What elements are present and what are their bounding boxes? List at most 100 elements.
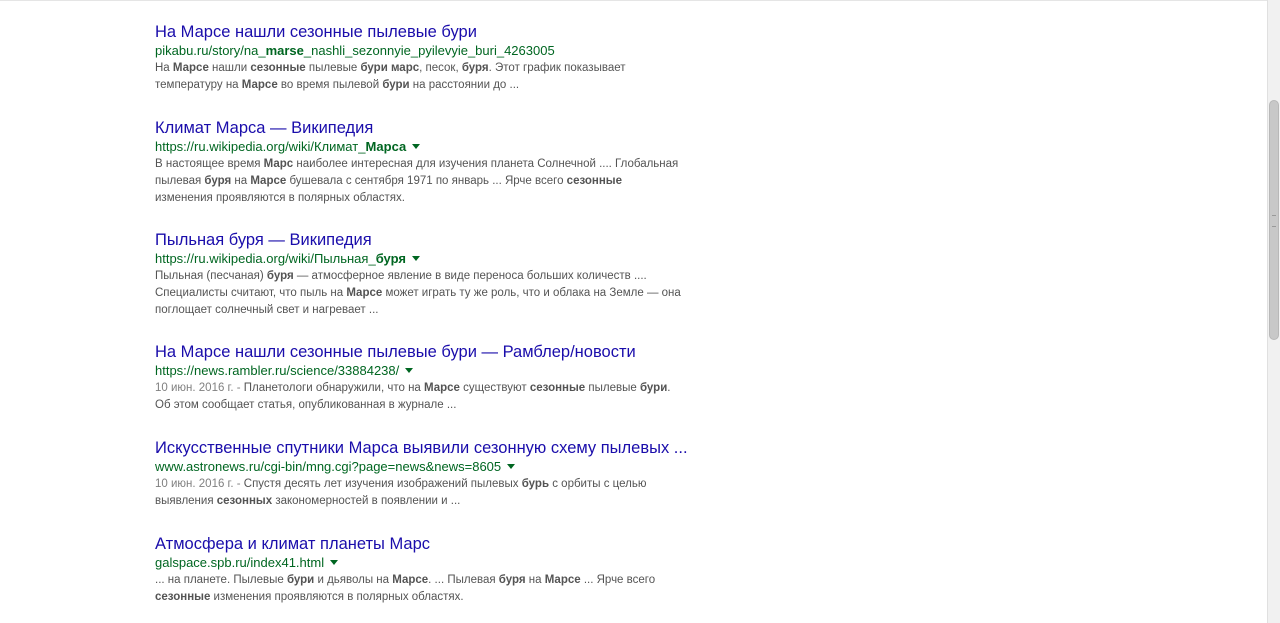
result-snippet: ... на планете. Пылевые бури и дьяволы н…	[155, 572, 715, 606]
snippet-text: . ... Пылевая	[428, 574, 499, 586]
url-fragment: www.astronews.ru/cgi-bin/mng.cgi?page=ne…	[155, 459, 502, 474]
scrollbar-thumb[interactable]	[1269, 100, 1279, 340]
result-title-link[interactable]: На Марсе нашли сезонные пылевые бури — Р…	[155, 342, 715, 362]
snippet-text: бушевала с сентября 1971 по январь ... Я…	[286, 175, 567, 187]
result-url-line: https://news.rambler.ru/science/33884238…	[155, 362, 715, 379]
snippet-line: температуру на Марсе во время пылевой бу…	[155, 77, 715, 94]
result-url-line: https://ru.wikipedia.org/wiki/Пыльная_бу…	[155, 250, 715, 267]
result-url: pikabu.ru/story/na_marse_nashli_sezonnyi…	[155, 42, 555, 59]
snippet-line: Об этом сообщает статья, опубликованная …	[155, 397, 715, 414]
snippet-text: с орбиты с целью	[549, 478, 647, 490]
url-fragment: https://ru.wikipedia.org/wiki/Климат_	[155, 139, 366, 154]
highlighted-term: сезонных	[216, 495, 273, 507]
highlighted-term: Марс	[263, 158, 294, 170]
highlighted-term: бури	[639, 382, 668, 394]
highlighted-term: буря	[204, 175, 232, 187]
snippet-text: во время пылевой	[277, 79, 383, 91]
snippet-text: пылевые	[585, 382, 640, 394]
highlighted-term: сезонные	[566, 175, 623, 187]
snippet-line: 10 июн. 2016 г. - Спустя десять лет изуч…	[155, 476, 715, 493]
url-fragment: https://news.rambler.ru/science/33884238…	[155, 363, 400, 378]
highlighted-term: Марсе	[346, 287, 383, 299]
snippet-text: нашли	[208, 62, 251, 74]
url-fragment: galspace.spb.ru/index41.html	[155, 555, 325, 570]
highlighted-term: бури марс	[360, 62, 420, 74]
result-title-link[interactable]: Климат Марса — Википедия	[155, 118, 715, 138]
result-url-line: galspace.spb.ru/index41.html	[155, 554, 715, 571]
dropdown-arrow-icon[interactable]	[507, 464, 516, 469]
snippet-text: изменения проявляются в полярных областя…	[155, 192, 405, 204]
result-url-line: https://ru.wikipedia.org/wiki/Климат_Мар…	[155, 138, 715, 155]
snippet-line: ... на планете. Пылевые бури и дьяволы н…	[155, 572, 715, 589]
snippet-text: изменения проявляются в полярных областя…	[210, 591, 464, 603]
snippet-text: — атмосферное явление в виде переноса бо…	[293, 270, 647, 282]
snippet-line: Специалисты считают, что пыль на Марсе м…	[155, 285, 715, 302]
snippet-line: пылевая буря на Марсе бушевала с сентябр…	[155, 173, 715, 190]
result-url: https://ru.wikipedia.org/wiki/Климат_Мар…	[155, 138, 406, 155]
vertical-scrollbar[interactable]	[1267, 0, 1280, 623]
snippet-line: поглощает солнечный свет и нагревает ...	[155, 302, 715, 319]
dropdown-arrow-icon[interactable]	[405, 368, 414, 373]
snippet-line: На Марсе нашли сезонные пылевые бури мар…	[155, 60, 715, 77]
highlighted-term: бури	[382, 79, 410, 91]
result-title-link[interactable]: Пыльная буря — Википедия	[155, 230, 715, 250]
highlighted-term: буря	[266, 270, 294, 282]
dropdown-arrow-icon[interactable]	[412, 144, 421, 149]
result-url-line: www.astronews.ru/cgi-bin/mng.cgi?page=ne…	[155, 458, 715, 475]
highlighted-term: Марсе	[172, 62, 209, 74]
snippet-text: выявления	[155, 495, 217, 507]
snippet-text: .	[667, 382, 671, 394]
snippet-text: поглощает солнечный свет и нагревает ...	[155, 304, 379, 316]
snippet-line: Пыльная (песчаная) буря — атмосферное яв…	[155, 268, 715, 285]
snippet-text: и дьяволы на	[314, 574, 393, 586]
result-title-link[interactable]: Атмосфера и климат планеты Марс	[155, 534, 715, 554]
snippet-text: пылевые	[305, 62, 361, 74]
dropdown-arrow-icon[interactable]	[411, 256, 420, 261]
snippet-text: на расстоянии до ...	[409, 79, 520, 91]
highlighted-term: Марсе	[424, 382, 460, 394]
highlighted-term: буря	[461, 62, 489, 74]
snippet-text: Специалисты считают, что пыль на	[155, 287, 347, 299]
search-result: Климат Марса — Википедия https://ru.wikip…	[155, 118, 715, 207]
highlighted-term: Марсе	[544, 574, 581, 586]
snippet-text: На	[155, 62, 173, 74]
snippet-text: на	[525, 574, 545, 586]
highlighted-term: буря	[498, 574, 526, 586]
result-url: https://news.rambler.ru/science/33884238…	[155, 362, 399, 379]
snippet-text: закономерностей в появлении и ...	[272, 495, 461, 507]
search-result: Атмосфера и климат планеты Марс galspace.…	[155, 534, 715, 606]
result-url-line: pikabu.ru/story/na_marse_nashli_sezonnyi…	[155, 42, 715, 59]
highlighted-term: сезонные	[529, 382, 586, 394]
url-fragment: буря	[375, 251, 406, 266]
snippet-text: на	[231, 175, 251, 187]
highlighted-term: бури	[286, 574, 315, 586]
result-title-link[interactable]: Искусственные спутники Марса выявили сез…	[155, 438, 715, 458]
result-date: 10 июн. 2016 г. -	[155, 382, 244, 394]
snippet-line: изменения проявляются в полярных областя…	[155, 190, 715, 207]
result-snippet: Пыльная (песчаная) буря — атмосферное яв…	[155, 268, 715, 319]
url-fragment: _nashli_sezonnyie_pyilevyie_buri_4263005	[303, 43, 555, 58]
snippet-line: 10 июн. 2016 г. - Планетологи обнаружили…	[155, 380, 715, 397]
result-url: www.astronews.ru/cgi-bin/mng.cgi?page=ne…	[155, 458, 501, 475]
snippet-text: ... на планете. Пылевые	[155, 574, 287, 586]
snippet-text: Об этом сообщает статья, опубликованная …	[155, 399, 457, 411]
snippet-text: температуру на	[155, 79, 242, 91]
highlighted-term: Марсе	[241, 79, 278, 91]
result-snippet: 10 июн. 2016 г. - Планетологи обнаружили…	[155, 380, 715, 414]
snippet-text: Спустя десять лет изучения изображений п…	[243, 478, 522, 490]
snippet-text: существуют	[459, 382, 530, 394]
snippet-line: В настоящее время Марс наиболее интересн…	[155, 156, 715, 173]
url-fragment: pikabu.ru/story/na_	[155, 43, 266, 58]
highlighted-term: сезонные	[250, 62, 306, 74]
top-divider	[0, 0, 1268, 1]
snippet-text: ... Ярче всего	[580, 574, 656, 586]
snippet-text: наиболее интересная для изучения планета…	[293, 158, 679, 170]
result-date: 10 июн. 2016 г. -	[155, 478, 244, 490]
result-title-link[interactable]: На Марсе нашли сезонные пылевые бури	[155, 22, 715, 42]
highlighted-term: сезонные	[155, 591, 211, 603]
search-result: На Марсе нашли сезонные пылевые бури pika…	[155, 22, 715, 94]
dropdown-arrow-icon[interactable]	[330, 560, 339, 565]
search-result: Искусственные спутники Марса выявили сез…	[155, 438, 715, 510]
search-results-page: На Марсе нашли сезонные пылевые бури pika…	[0, 0, 1280, 623]
highlighted-term: бурь	[521, 478, 550, 490]
